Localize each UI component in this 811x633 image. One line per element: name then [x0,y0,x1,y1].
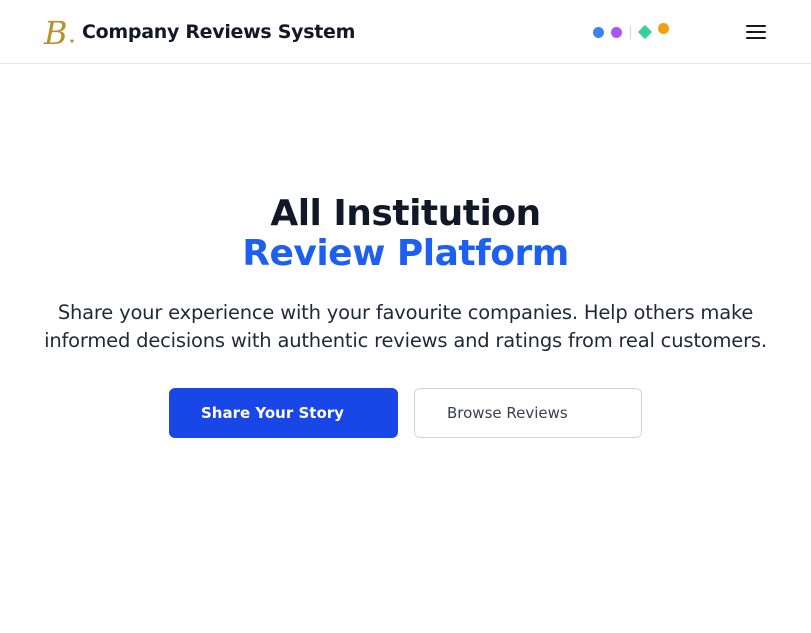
brand[interactable]: B Company Reviews System [38,14,355,50]
purple-dot-icon [611,27,622,38]
status-indicators [590,22,674,42]
hero-subtitle: Share your experience with your favourit… [18,299,793,355]
hamburger-menu-icon[interactable] [744,20,768,44]
top-navbar: B Company Reviews System [0,0,811,64]
share-your-story-button[interactable]: Share Your Story [169,388,398,438]
hero-subtitle-line1: Share your experience with your favourit… [57,301,754,324]
hero-subtitle-line2: informed decisions with authentic review… [44,329,767,352]
divider [630,26,631,39]
browse-reviews-button[interactable]: Browse Reviews [414,388,642,438]
brand-title: Company Reviews System [82,21,356,43]
svg-text:B: B [43,14,68,50]
orange-dot-icon [658,23,669,34]
hero-title-line2: Review Platform [242,233,569,274]
blue-dot-icon [593,27,604,38]
green-diamond-icon [637,24,653,40]
brand-logo-icon: B [43,14,74,50]
hero-title: All Institution Review Platform [0,194,811,274]
hero-title-line1: All Institution [270,193,541,234]
